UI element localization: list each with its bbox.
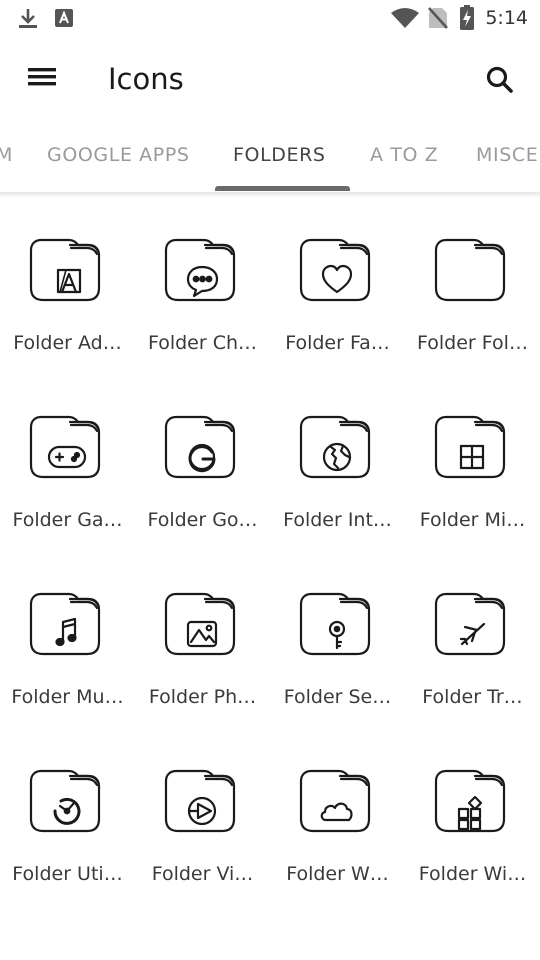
icon-label: Folder Fa…: [285, 332, 390, 354]
page-title: Icons: [108, 62, 184, 96]
icon-grid-item[interactable]: Folder Uti…: [0, 731, 135, 901]
hamburger-menu-icon: [28, 68, 56, 86]
icon-grid-item[interactable]: Folder Ga…: [0, 377, 135, 547]
wifi-icon: [391, 8, 419, 28]
icon-grid-item[interactable]: Folder Ph…: [135, 554, 270, 724]
app-bar: Icons: [0, 36, 540, 126]
folder-play-icon: [164, 769, 236, 833]
folder-plane-icon: [434, 592, 506, 656]
icon-label: Folder Wi…: [418, 863, 527, 885]
icon-label: Folder Mu…: [11, 686, 124, 708]
icon-label: Folder Ph…: [148, 686, 257, 708]
battery-charging-icon: [460, 5, 474, 30]
folder-photo-icon: [164, 592, 236, 656]
folder-music-icon: [29, 592, 101, 656]
tab-indicator: [215, 186, 350, 191]
icon-label: Folder Uti…: [12, 863, 123, 885]
icon-grid-item[interactable]: Folder Wi…: [405, 731, 540, 901]
icon-label: Folder Se…: [283, 686, 392, 708]
icon-grid-item[interactable]: Folder Se…: [270, 554, 405, 724]
tab-a-to-z[interactable]: A TO Z: [370, 144, 438, 166]
icon-label: Folder Go…: [147, 509, 258, 531]
download-icon: [19, 9, 37, 28]
icon-label: Folder Tr…: [422, 686, 523, 708]
folder-google-icon: [164, 415, 236, 479]
icon-grid-item[interactable]: Folder Vi…: [135, 731, 270, 901]
folder-globe-icon: [299, 415, 371, 479]
icon-grid-item[interactable]: Folder W…: [270, 731, 405, 901]
icon-grid-item[interactable]: Folder Tr…: [405, 554, 540, 724]
search-button[interactable]: [478, 58, 522, 102]
icon-label: Folder W…: [286, 863, 389, 885]
folder-chat-icon: [164, 238, 236, 302]
tab-bar: M GOOGLE APPS FOLDERS A TO Z MISCE: [0, 126, 540, 192]
icon-label: Folder Vi…: [151, 863, 254, 885]
no-sim-icon: [428, 7, 448, 29]
folder-none-icon: [434, 238, 506, 302]
folder-windows-icon: [434, 415, 506, 479]
icon-label: Folder Int…: [283, 509, 392, 531]
icon-label: Folder Ga…: [12, 509, 123, 531]
folder-gamepad-icon: [29, 415, 101, 479]
icon-grid-item[interactable]: Folder Ad…: [0, 200, 135, 370]
tab-miscellaneous[interactable]: MISCE: [476, 144, 538, 166]
menu-button[interactable]: [20, 60, 64, 100]
icon-grid-item[interactable]: Folder Fol…: [405, 200, 540, 370]
icon-label: Folder Ch…: [147, 332, 258, 354]
folder-widgets-icon: [434, 769, 506, 833]
icon-grid-item[interactable]: Folder Go…: [135, 377, 270, 547]
icon-grid-item[interactable]: Folder Ch…: [135, 200, 270, 370]
icon-grid-item[interactable]: Folder Int…: [270, 377, 405, 547]
icon-grid-item[interactable]: Folder Mu…: [0, 554, 135, 724]
icon-grid-item[interactable]: Folder Fa…: [270, 200, 405, 370]
folder-key-icon: [299, 592, 371, 656]
icon-label: Folder Ad…: [13, 332, 122, 354]
icon-grid-item[interactable]: Folder Mi…: [405, 377, 540, 547]
font-a-icon: [55, 9, 73, 27]
status-time: 5:14: [485, 7, 528, 29]
folder-cloud-icon: [299, 769, 371, 833]
tab-m[interactable]: M: [0, 144, 13, 166]
folder-gauge-icon: [29, 769, 101, 833]
icon-label: Folder Fol…: [417, 332, 528, 354]
tab-bar-shadow: [0, 192, 540, 198]
tab-folders[interactable]: FOLDERS: [233, 144, 326, 166]
tab-google-apps[interactable]: GOOGLE APPS: [47, 144, 190, 166]
folder-heart-icon: [299, 238, 371, 302]
icon-label: Folder Mi…: [419, 509, 526, 531]
status-bar: 5:14: [0, 0, 540, 36]
folder-adobe-icon: [29, 238, 101, 302]
search-icon: [486, 66, 513, 93]
